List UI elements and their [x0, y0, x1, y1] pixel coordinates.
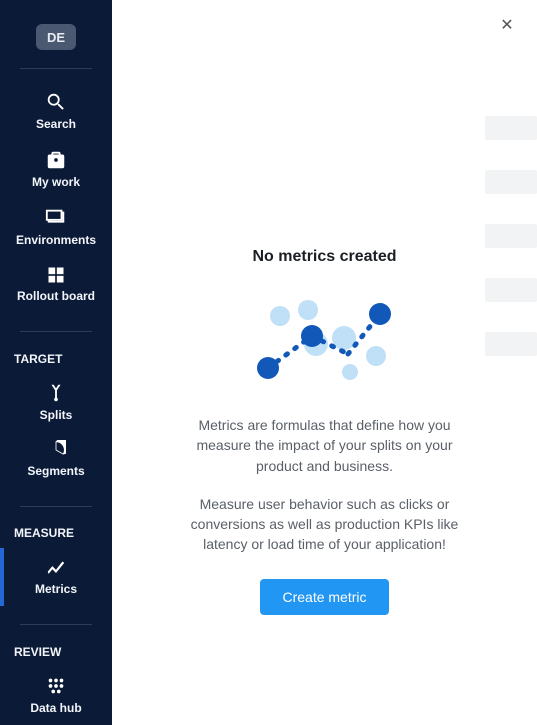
pie-icon: [46, 440, 66, 460]
create-metric-button[interactable]: Create metric: [260, 579, 388, 615]
sidebar-item-label: Metrics: [35, 582, 77, 596]
close-button[interactable]: ✕: [495, 14, 519, 38]
section-title-review: REVIEW: [0, 645, 61, 659]
empty-title: No metrics created: [252, 248, 396, 266]
sidebar-item-mywork[interactable]: My work: [0, 141, 112, 199]
divider: [20, 331, 92, 332]
sidebar-item-environments[interactable]: Environments: [0, 199, 112, 257]
chart-line-icon: [45, 556, 67, 578]
sidebar-item-label: Search: [36, 117, 76, 131]
main-panel: ✕ No metrics created Metrics are formul: [112, 0, 537, 725]
sidebar-item-search[interactable]: Search: [0, 83, 112, 141]
layers-icon: [45, 207, 67, 229]
divider: [20, 506, 92, 507]
section-title-target: TARGET: [0, 352, 62, 366]
search-icon: [45, 91, 67, 113]
empty-state: No metrics created Metrics are formulas …: [142, 248, 507, 615]
sidebar: DE Search My work Environments Rollout b…: [0, 0, 112, 725]
metrics-illustration: [250, 294, 400, 391]
background-skeleton: [485, 116, 537, 356]
sidebar-item-segments[interactable]: Segments: [0, 432, 112, 488]
split-icon: [45, 382, 67, 404]
briefcase-icon: [45, 149, 67, 171]
sidebar-item-rollout[interactable]: Rollout board: [0, 257, 112, 313]
divider: [20, 624, 92, 625]
sidebar-item-label: Segments: [27, 464, 84, 478]
sidebar-item-label: Environments: [16, 233, 96, 247]
sidebar-item-datahub[interactable]: Data hub: [0, 667, 112, 725]
avatar-initials: DE: [47, 30, 65, 45]
close-icon: ✕: [500, 18, 513, 34]
divider: [20, 68, 92, 69]
empty-description-1: Metrics are formulas that define how you…: [175, 415, 475, 476]
sidebar-item-splits[interactable]: Splits: [0, 374, 112, 432]
sidebar-item-label: Data hub: [30, 701, 81, 715]
sidebar-item-metrics[interactable]: Metrics: [0, 548, 112, 606]
sidebar-item-label: My work: [32, 175, 80, 189]
sidebar-item-label: Splits: [40, 408, 73, 422]
workspace-avatar[interactable]: DE: [36, 24, 76, 50]
data-hub-icon: [45, 675, 67, 697]
board-icon: [46, 265, 66, 285]
sidebar-item-label: Rollout board: [17, 289, 95, 303]
section-title-measure: MEASURE: [0, 526, 74, 540]
empty-description-2: Measure user behavior such as clicks or …: [175, 494, 475, 555]
